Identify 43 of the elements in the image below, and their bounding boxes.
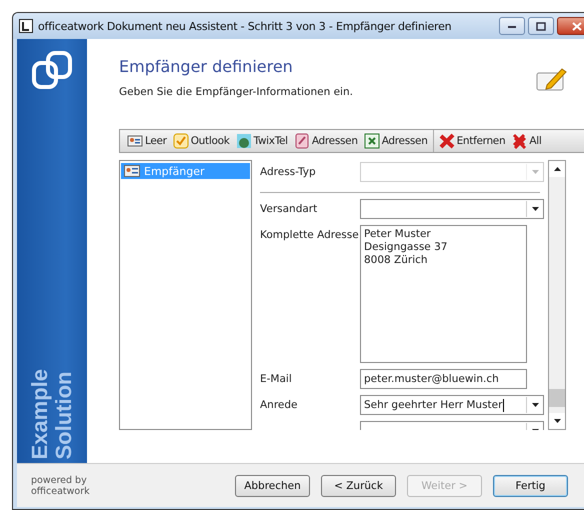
address-field[interactable]: Peter Muster Designgasse 37 8008 Zürich <box>360 225 527 363</box>
wizard-button[interactable]: Abbrechen <box>235 474 310 496</box>
dropdown-field[interactable] <box>360 199 544 219</box>
field-label: Adress-Typ <box>260 165 317 178</box>
toolbar-button[interactable]: Adressen <box>360 133 431 149</box>
wizard-button[interactable]: < Zurück <box>321 474 396 496</box>
cross-icon <box>438 133 455 149</box>
toolbar-button[interactable]: Outlook <box>170 133 232 149</box>
caret-up-icon <box>554 167 560 171</box>
address-book-icon <box>294 133 310 149</box>
minimize-button[interactable] <box>499 17 525 35</box>
contact-card-icon <box>124 165 140 177</box>
brand-text: Example Solution <box>28 368 76 459</box>
document-icon <box>19 19 33 33</box>
caret-down-icon <box>554 419 560 423</box>
caret-down-icon <box>532 207 538 211</box>
toolbar-button[interactable]: All <box>508 133 544 149</box>
toolbar-button[interactable]: TwixTel <box>232 133 291 149</box>
dropdown-field[interactable]: Sehr geehrter Herr Muster <box>360 395 544 415</box>
field-label: Anrede <box>260 398 299 411</box>
scroll-thumb[interactable] <box>549 389 565 407</box>
spreadsheet-icon <box>364 133 380 149</box>
minimize-icon <box>507 23 517 29</box>
toolbar-button[interactable]: Leer <box>124 133 170 149</box>
field-label: E-Mail <box>260 372 293 385</box>
contact-card-icon <box>127 133 143 149</box>
window-title: officeatwork Dokument neu Assistent - Schritt 3 von 3 - Empfänger definieren <box>38 20 452 32</box>
scrollbar[interactable] <box>548 160 566 430</box>
maximize-button[interactable] <box>528 17 554 35</box>
email-field[interactable]: peter.muster@bluewin.ch <box>360 369 527 389</box>
wizard-button[interactable]: Fertig <box>493 474 568 496</box>
double-cross-icon <box>511 133 528 149</box>
maximize-icon <box>536 22 546 30</box>
toolbar-button[interactable]: Entfernen <box>436 133 508 149</box>
caret-down-icon <box>532 170 538 174</box>
caret-down-icon <box>532 403 538 407</box>
close-icon <box>572 22 582 30</box>
page-subtitle: Geben Sie die Empfänger-Informationen ein. <box>119 86 353 98</box>
powered-by-text: powered by officeatwork <box>31 474 91 496</box>
toolbar-button[interactable]: Adressen <box>290 133 361 149</box>
page-title: Empfänger definieren <box>119 57 294 76</box>
field-label: Komplette Adresse <box>260 228 360 241</box>
field-label: Versandart <box>260 202 318 215</box>
